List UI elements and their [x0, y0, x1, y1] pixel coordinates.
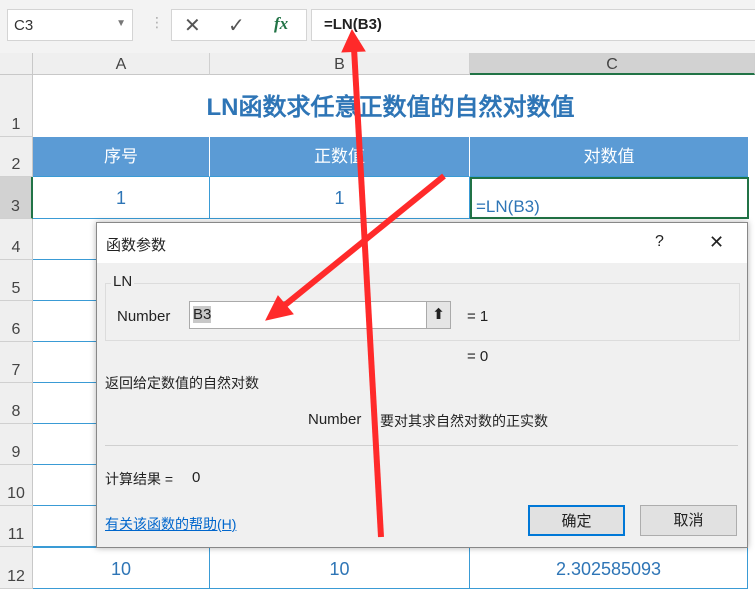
red-arrow-input: [265, 173, 446, 321]
red-arrow-formula: [341, 28, 384, 538]
annotation-arrows: [265, 28, 446, 538]
